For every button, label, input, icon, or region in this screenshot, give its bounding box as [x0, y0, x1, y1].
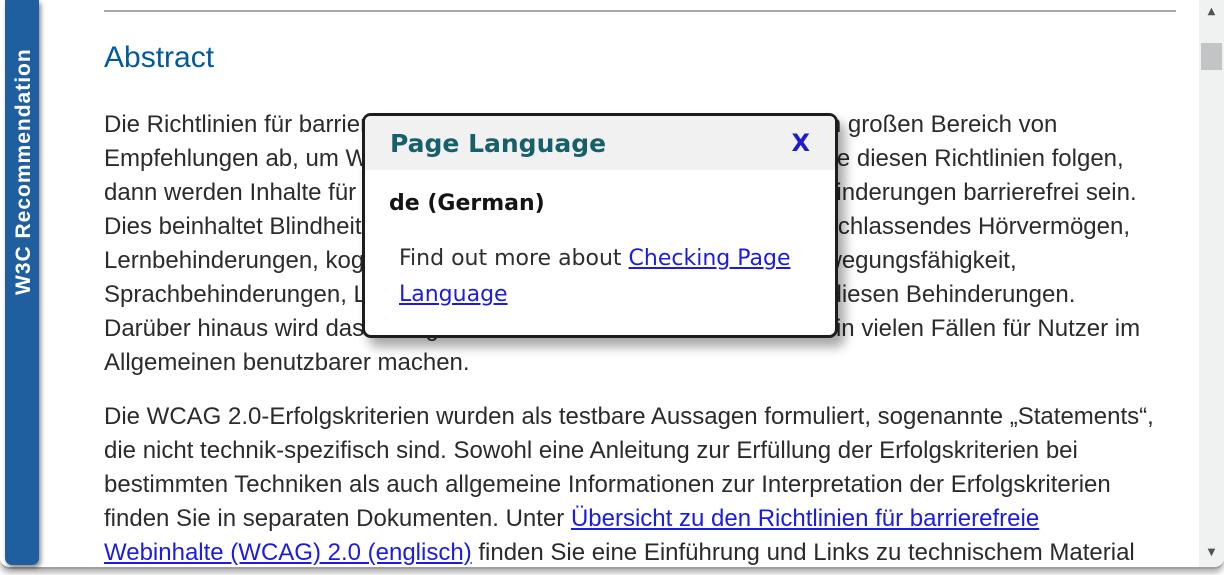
scroll-up-button[interactable]: ▲ — [1199, 0, 1224, 22]
dialog-note-text: Find out more about — [399, 246, 629, 271]
w3c-recommendation-label: W3C Recommendation — [12, 48, 36, 295]
language-value: de (German) — [389, 191, 811, 216]
abstract-heading: Abstract — [104, 40, 1166, 76]
scroll-up-icon: ▲ — [1208, 6, 1216, 17]
scrollbar[interactable]: ▲ ▼ — [1199, 0, 1224, 567]
page-language-dialog: Page Language X de (German) Find out mor… — [362, 113, 838, 338]
close-button[interactable]: X — [791, 131, 810, 155]
dialog-body: de (German) Find out more about Checking… — [365, 170, 835, 313]
dialog-note: Find out more about Checking Page Langua… — [399, 241, 811, 313]
dialog-title: Page Language — [390, 129, 606, 158]
scroll-down-button[interactable]: ▼ — [1199, 541, 1224, 563]
abstract-paragraph-2: Die WCAG 2.0-Erfolgskriterien wurden als… — [104, 400, 1164, 569]
scroll-down-icon: ▼ — [1208, 547, 1216, 558]
page-card: Abstract Die Richtlinien für barrierefre… — [0, 0, 1224, 569]
dialog-header: Page Language X — [365, 116, 835, 170]
w3c-recommendation-banner: W3C Recommendation — [5, 0, 39, 565]
scrollbar-thumb[interactable] — [1201, 43, 1222, 70]
